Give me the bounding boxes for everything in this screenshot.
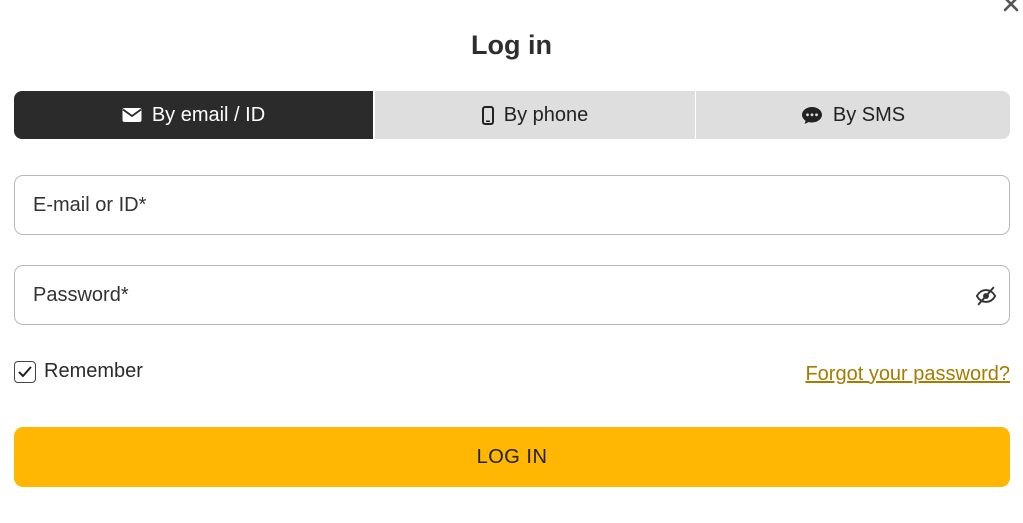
phone-icon: [481, 105, 494, 125]
tab-email-label: By email / ID: [151, 103, 266, 126]
remember-label: Remember: [44, 360, 143, 382]
remember-checkbox[interactable]: [14, 360, 36, 383]
close-icon: [1003, 0, 1019, 12]
email-field[interactable]: [15, 176, 1009, 234]
tab-phone[interactable]: By phone: [373, 91, 695, 139]
tab-phone-label: By phone: [503, 103, 589, 126]
tab-email[interactable]: By email / ID: [14, 91, 373, 139]
page-title: Log in: [471, 30, 552, 60]
login-method-tabs: By email / ID By phone By SMS: [14, 91, 1010, 139]
eye-slash-icon[interactable]: [975, 285, 997, 307]
password-field-container: [14, 265, 1010, 325]
login-modal: Log in By email / ID By phone By SMS E-m…: [0, 0, 1023, 523]
tab-sms-label: By SMS: [832, 103, 906, 126]
chat-bubble-icon: [801, 106, 822, 124]
close-button[interactable]: [1001, 0, 1021, 14]
forgot-password-link[interactable]: Forgot your password?: [805, 363, 1010, 386]
checkmark-icon: [18, 366, 32, 377]
login-button[interactable]: LOG IN: [14, 427, 1010, 487]
remember-checkbox-row[interactable]: Remember: [14, 360, 143, 383]
tab-sms[interactable]: By SMS: [695, 91, 1010, 139]
envelope-icon: [122, 108, 142, 122]
email-field-container: [14, 175, 1010, 235]
password-field[interactable]: [15, 266, 1009, 324]
